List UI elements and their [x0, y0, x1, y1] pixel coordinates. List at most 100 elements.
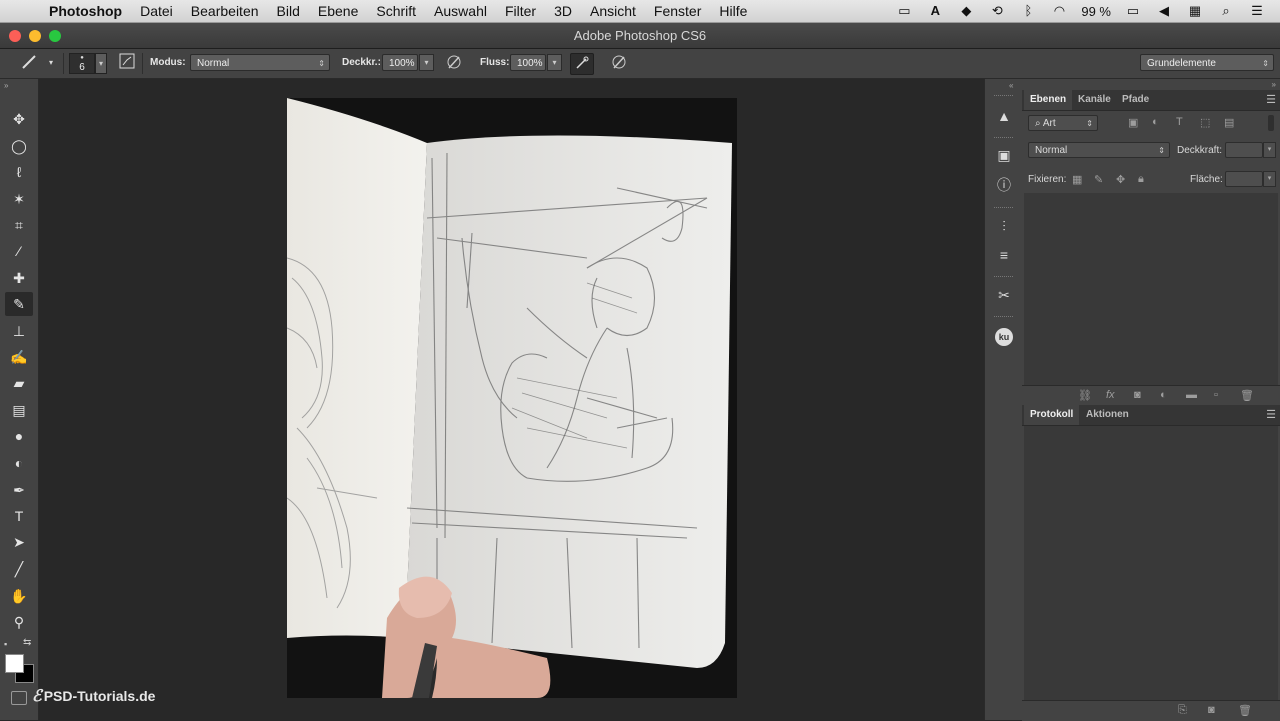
brush-panel-toggle-icon[interactable] — [116, 53, 138, 73]
layer-filter-select[interactable]: ⌕ Art ⇕ — [1028, 115, 1098, 131]
eyedropper-tool-icon[interactable]: ⁄ — [5, 239, 33, 263]
menu-3d[interactable]: 3D — [545, 3, 581, 19]
pressure-opacity-icon[interactable] — [443, 53, 465, 73]
menu-auswahl[interactable]: Auswahl — [425, 3, 496, 19]
link-layers-icon[interactable]: ⛓ — [1078, 389, 1092, 402]
menu-schrift[interactable]: Schrift — [367, 3, 425, 19]
menu-datei[interactable]: Datei — [131, 3, 182, 19]
workspace-select[interactable]: Grundelemente ⇕ — [1140, 54, 1274, 71]
panel-grip[interactable] — [994, 276, 1013, 278]
fluss-field[interactable]: 100% — [510, 54, 546, 71]
layers-list[interactable] — [1024, 193, 1278, 385]
gradient-tool-icon[interactable]: ▤ — [5, 398, 33, 422]
menu-bearbeiten[interactable]: Bearbeiten — [182, 3, 268, 19]
snapshot-icon[interactable]: ◙ — [1208, 704, 1215, 716]
kuler-icon[interactable]: ku — [992, 324, 1016, 346]
crop-tool-icon[interactable]: ⌗ — [5, 213, 33, 237]
adjustments-icon[interactable]: ≡ — [992, 244, 1016, 266]
eraser-tool-icon[interactable]: ▰ — [5, 371, 33, 395]
type-tool-icon[interactable]: T — [5, 504, 33, 528]
brush-size-dropdown[interactable]: ▾ — [95, 53, 107, 74]
new-group-icon[interactable]: ▬ — [1186, 389, 1197, 401]
history-brush-tool-icon[interactable]: ✍ — [5, 345, 33, 369]
screen-record-icon[interactable]: ▭ — [895, 4, 913, 18]
info-icon[interactable]: ⓘ — [992, 174, 1016, 196]
blur-tool-icon[interactable]: ● — [5, 424, 33, 448]
menu-ebene[interactable]: Ebene — [309, 3, 367, 19]
healing-brush-tool-icon[interactable]: ✚ — [5, 266, 33, 290]
line-tool-icon[interactable]: ╱ — [5, 557, 33, 581]
clone-stamp-tool-icon[interactable]: ⊥ — [5, 319, 33, 343]
time-machine-icon[interactable]: ⟲ — [988, 4, 1006, 18]
add-mask-icon[interactable]: ◙ — [1134, 389, 1141, 401]
bluetooth-icon[interactable]: ᛒ — [1019, 4, 1037, 18]
swap-colors-icon[interactable]: ⇆ — [23, 637, 31, 648]
tab-pfade[interactable]: Pfade — [1116, 90, 1155, 110]
tool-presets-icon[interactable]: ✂ — [992, 284, 1016, 306]
menu-hilfe[interactable]: Hilfe — [710, 3, 756, 19]
zoom-tool-icon[interactable]: ⚲ — [5, 610, 33, 634]
pen-tool-icon[interactable]: ✒ — [5, 478, 33, 502]
deckkraft-dropdown[interactable]: ▾ — [1263, 142, 1276, 158]
menu-ansicht[interactable]: Ansicht — [581, 3, 645, 19]
menu-fenster[interactable]: Fenster — [645, 3, 710, 19]
path-selection-tool-icon[interactable]: ➤ — [5, 530, 33, 554]
modus-select[interactable]: Normal ⇕ — [190, 54, 330, 71]
brush-presets-icon[interactable]: ⫶ — [992, 215, 1016, 237]
calendar-icon[interactable]: ▦ — [1186, 4, 1204, 18]
new-document-from-state-icon[interactable]: ⎘ — [1178, 704, 1187, 717]
panel-collapse-icon[interactable]: » — [4, 81, 8, 90]
filter-toggle[interactable] — [1268, 115, 1274, 131]
lock-all-icon[interactable]: 🔒︎ — [1138, 173, 1144, 186]
deckkr-dropdown[interactable]: ▾ — [419, 54, 434, 71]
marquee-tool-icon[interactable]: ◯ — [5, 134, 33, 158]
lock-position-icon[interactable]: ✥ — [1116, 173, 1125, 186]
menu-app-name[interactable]: Photoshop — [40, 3, 131, 19]
3d-icon[interactable]: ▣ — [992, 144, 1016, 166]
histogram-icon[interactable]: ▲ — [992, 105, 1016, 127]
adjustment-layer-icon[interactable]: ◐ — [1160, 389, 1167, 401]
brush-preset-icon[interactable] — [18, 53, 40, 73]
lasso-tool-icon[interactable]: ℓ — [5, 160, 33, 184]
battery-icon[interactable]: ▭ — [1124, 4, 1142, 18]
flaeche-field[interactable] — [1225, 171, 1263, 187]
adobe-icon[interactable]: A — [926, 4, 944, 18]
dropbox-icon[interactable]: ◆ — [957, 4, 975, 18]
panel-grip[interactable] — [994, 207, 1013, 209]
panel-menu-icon[interactable]: ☰ — [1266, 93, 1276, 106]
default-colors-icon[interactable]: ▪ — [4, 639, 7, 649]
notification-center-icon[interactable]: ☰ — [1248, 4, 1266, 18]
deckkraft-field[interactable] — [1225, 142, 1263, 158]
panel-menu-icon[interactable]: ☰ — [1266, 408, 1276, 421]
hand-tool-icon[interactable]: ✋ — [5, 584, 33, 608]
foreground-color-swatch[interactable] — [5, 654, 24, 673]
collapse-arrow-icon[interactable]: « — [1009, 81, 1013, 90]
fluss-dropdown[interactable]: ▾ — [547, 54, 562, 71]
tab-ebenen[interactable]: Ebenen — [1024, 90, 1073, 110]
magic-wand-tool-icon[interactable]: ✶ — [5, 187, 33, 211]
lock-image-icon[interactable]: ✎ — [1094, 173, 1103, 186]
collapse-arrow-icon[interactable]: » — [1272, 80, 1276, 89]
menu-filter[interactable]: Filter — [496, 3, 545, 19]
tab-kanaele[interactable]: Kanäle — [1072, 90, 1117, 110]
blend-mode-select[interactable]: Normal ⇕ — [1028, 142, 1170, 158]
quick-mask-icon[interactable] — [11, 691, 27, 705]
layer-style-icon[interactable]: fx — [1106, 389, 1115, 401]
panel-grip[interactable] — [994, 316, 1013, 318]
deckkr-field[interactable]: 100% — [382, 54, 418, 71]
lock-transparent-icon[interactable]: ▦ — [1072, 173, 1082, 186]
move-tool-icon[interactable]: ✥ — [5, 107, 33, 131]
menu-bild[interactable]: Bild — [268, 3, 309, 19]
filter-pixel-icon[interactable]: ▣ — [1128, 116, 1138, 129]
tab-protokoll[interactable]: Protokoll — [1024, 405, 1080, 425]
filter-smart-object-icon[interactable]: ▤ — [1224, 116, 1234, 129]
delete-state-icon[interactable]: 🗑︎ — [1238, 704, 1252, 717]
brush-size-field[interactable]: ● 6 — [69, 53, 95, 74]
new-layer-icon[interactable]: ▫ — [1214, 389, 1218, 401]
pressure-size-icon[interactable] — [608, 53, 630, 73]
volume-icon[interactable]: ◀ — [1155, 4, 1173, 18]
panel-grip[interactable] — [994, 137, 1013, 139]
filter-type-icon[interactable]: T — [1176, 116, 1183, 128]
flaeche-dropdown[interactable]: ▾ — [1263, 171, 1276, 187]
history-list[interactable] — [1024, 426, 1278, 700]
